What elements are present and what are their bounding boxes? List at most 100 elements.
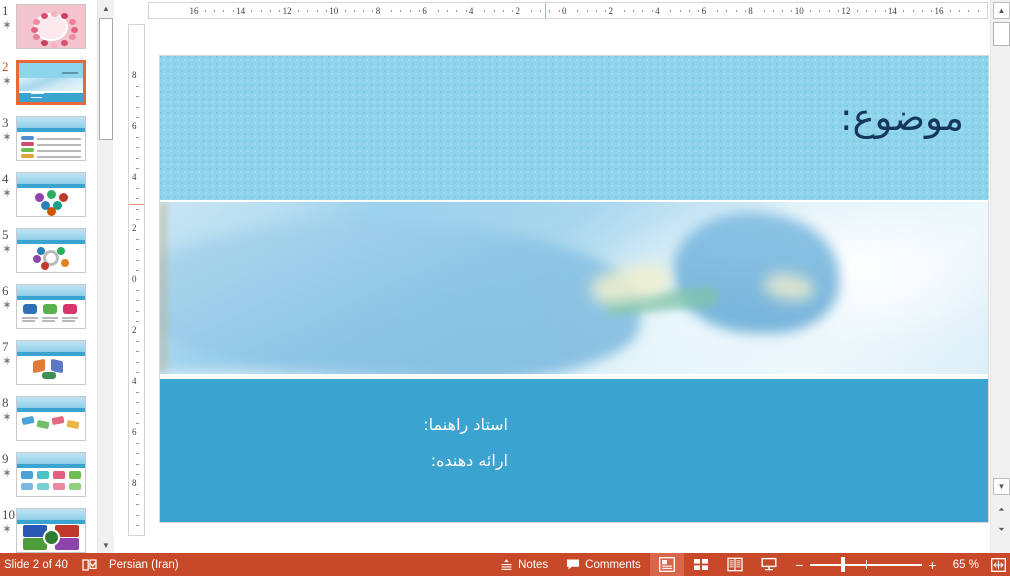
animation-star-icon[interactable]: ✶ bbox=[2, 411, 12, 423]
thumbnail-slide-7[interactable]: 7 ✶ bbox=[0, 338, 97, 394]
thumbnail-slide-4[interactable]: 4 ✶ bbox=[0, 170, 97, 226]
ruler-minor-tick bbox=[810, 10, 812, 12]
ruler-minor-tick bbox=[136, 392, 139, 394]
notes-button[interactable]: Notes bbox=[491, 553, 557, 576]
thumbnail-miniature bbox=[17, 117, 85, 160]
animation-star-icon[interactable]: ✶ bbox=[2, 131, 12, 143]
slide-photo-operating-room[interactable] bbox=[160, 202, 988, 374]
zoom-slider[interactable] bbox=[809, 553, 922, 576]
ruler-minor-tick bbox=[828, 10, 830, 12]
language-label[interactable]: Persian (Iran) bbox=[105, 553, 185, 576]
thumbnail-scroll-down-icon[interactable]: ▼ bbox=[98, 537, 114, 553]
thumbnail-preview[interactable] bbox=[16, 452, 86, 497]
ruler-tick-label: 4 bbox=[132, 376, 137, 386]
thumbnail-slide-6[interactable]: 6 ✶ bbox=[0, 282, 97, 338]
thumbnail-preview[interactable] bbox=[16, 508, 86, 553]
ruler-minor-tick bbox=[136, 443, 139, 445]
thumbnail-preview[interactable] bbox=[16, 172, 86, 217]
ruler-minor-tick bbox=[260, 10, 262, 12]
ruler-minor-tick bbox=[456, 10, 458, 12]
slide-thumbnail-pane[interactable]: 1 ✶ 2 ✶ 3 ✶ 4 ✶ 5 ✶ 6 ✶ 7 ✶ 8 ✶ 9 ✶ 10 ✶ bbox=[0, 0, 97, 553]
ruler-minor-tick bbox=[949, 10, 951, 12]
thumbnail-slide-8[interactable]: 8 ✶ bbox=[0, 394, 97, 450]
animation-star-icon[interactable]: ✶ bbox=[2, 467, 12, 479]
slide-vertical-scrollbar[interactable]: ▲ ▼ ⏶ ⏷ bbox=[990, 0, 1010, 553]
ruler-tick-label: 2 bbox=[132, 325, 137, 335]
thumbnail-number: 10 bbox=[2, 507, 15, 522]
slide-footer-line-presenter[interactable]: ارائه دهنده: bbox=[431, 451, 508, 470]
slide-title-text[interactable]: موضوع: bbox=[840, 96, 964, 139]
animation-star-icon[interactable]: ✶ bbox=[2, 243, 12, 255]
ruler-minor-tick bbox=[136, 371, 139, 373]
ruler-minor-tick bbox=[136, 147, 139, 149]
animation-star-icon[interactable]: ✶ bbox=[2, 187, 12, 199]
ruler-minor-tick bbox=[344, 10, 346, 12]
zoom-control[interactable]: − + bbox=[786, 553, 946, 576]
ruler-minor-tick bbox=[540, 10, 542, 12]
slide-editing-surface[interactable]: موضوع: استاد راهنما: ارائه دهنده: bbox=[160, 56, 988, 522]
thumbnail-scrollbar-thumb[interactable] bbox=[99, 18, 113, 140]
thumbnail-miniature bbox=[17, 285, 85, 328]
zoom-in-button[interactable]: + bbox=[925, 558, 940, 572]
scroll-up-icon[interactable]: ▲ bbox=[993, 2, 1010, 19]
ruler-minor-tick bbox=[651, 10, 653, 12]
animation-star-icon[interactable]: ✶ bbox=[2, 75, 12, 87]
ruler-tick-label: 2 bbox=[608, 6, 614, 16]
vertical-scrollbar-thumb[interactable] bbox=[993, 22, 1010, 46]
thumbnail-slide-2[interactable]: 2 ✶ bbox=[0, 58, 97, 114]
thumbnail-preview[interactable] bbox=[16, 116, 86, 161]
ruler-minor-tick bbox=[136, 514, 139, 516]
ruler-minor-tick bbox=[577, 10, 579, 12]
ruler-minor-tick bbox=[633, 10, 635, 12]
animation-star-icon[interactable]: ✶ bbox=[2, 355, 12, 367]
ruler-tick-label: 16 bbox=[934, 6, 944, 16]
ruler-margin-marker bbox=[129, 203, 144, 205]
thumbnail-miniature bbox=[17, 5, 85, 48]
ruler-minor-tick bbox=[977, 10, 979, 12]
ruler-tick-label: 8 bbox=[132, 70, 137, 80]
thumbnail-slide-1[interactable]: 1 ✶ bbox=[0, 2, 97, 58]
ruler-minor-tick bbox=[642, 10, 644, 12]
ruler-minor-tick bbox=[437, 10, 439, 12]
ruler-minor-tick bbox=[136, 300, 139, 302]
ruler-tick-label: 8 bbox=[132, 478, 137, 488]
scroll-down-icon[interactable]: ▼ bbox=[993, 478, 1010, 495]
slide-canvas-area[interactable]: موضوع: استاد راهنما: ارائه دهنده: bbox=[148, 22, 990, 553]
thumbnail-slide-10[interactable]: 10 ✶ bbox=[0, 506, 97, 553]
ruler-tick-label: 4 bbox=[468, 6, 474, 16]
thumbnail-preview[interactable] bbox=[16, 4, 86, 49]
thumbnail-slide-9[interactable]: 9 ✶ bbox=[0, 450, 97, 506]
spell-check-icon[interactable] bbox=[74, 553, 105, 576]
notes-label: Notes bbox=[518, 558, 549, 571]
comments-button[interactable]: Comments bbox=[557, 553, 650, 576]
ruler-minor-tick bbox=[136, 463, 139, 465]
animation-star-icon[interactable]: ✶ bbox=[2, 299, 12, 311]
thumbnail-preview[interactable] bbox=[16, 396, 86, 441]
reading-view-button[interactable] bbox=[718, 553, 752, 576]
thumbnail-slide-3[interactable]: 3 ✶ bbox=[0, 114, 97, 170]
thumbnail-preview[interactable] bbox=[16, 228, 86, 273]
thumbnail-number: 1 bbox=[2, 3, 9, 18]
slide-sorter-view-button[interactable] bbox=[684, 553, 718, 576]
next-slide-icon[interactable]: ⏷ bbox=[993, 521, 1010, 538]
thumbnail-slide-5[interactable]: 5 ✶ bbox=[0, 226, 97, 282]
zoom-slider-handle[interactable] bbox=[840, 557, 845, 572]
thumbnail-scroll-up-icon[interactable]: ▲ bbox=[98, 0, 114, 16]
thumbnail-scrollbar[interactable]: ▲ ▼ bbox=[97, 0, 114, 553]
zoom-out-button[interactable]: − bbox=[792, 558, 807, 572]
slide-footer-line-supervisor[interactable]: استاد راهنما: bbox=[423, 415, 508, 434]
fit-to-window-button[interactable] bbox=[986, 557, 1010, 572]
slide-show-view-button[interactable] bbox=[752, 553, 786, 576]
thumbnail-preview[interactable] bbox=[16, 60, 86, 105]
slide-count-label[interactable]: Slide 2 of 40 bbox=[0, 553, 74, 576]
previous-slide-icon[interactable]: ⏶ bbox=[993, 501, 1010, 518]
animation-star-icon[interactable]: ✶ bbox=[2, 19, 12, 31]
zoom-level-label[interactable]: 65 % bbox=[946, 553, 986, 576]
animation-star-icon[interactable]: ✶ bbox=[2, 523, 12, 535]
ruler-minor-tick bbox=[136, 351, 139, 353]
thumbnail-preview[interactable] bbox=[16, 284, 86, 329]
thumbnail-preview[interactable] bbox=[16, 340, 86, 385]
ruler-minor-tick bbox=[875, 10, 877, 12]
normal-view-button[interactable] bbox=[649, 553, 684, 576]
ruler-minor-tick bbox=[530, 10, 532, 12]
